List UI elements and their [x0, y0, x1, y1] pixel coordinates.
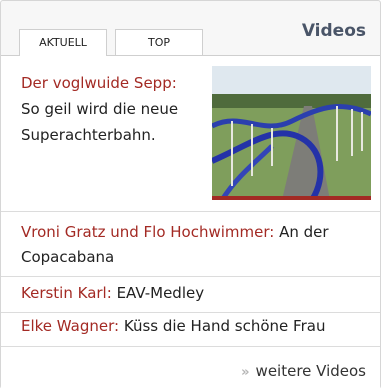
video-artist[interactable]: Vroni Gratz und Flo Hochwimmer:: [21, 223, 274, 241]
tab-panel: Der voglwuide Sepp: So geil wird die neu…: [1, 55, 380, 390]
featured-video-thumbnail[interactable]: [212, 66, 371, 200]
widget-title: Videos: [301, 21, 366, 41]
video-artist[interactable]: Kerstin Karl:: [21, 284, 112, 302]
more-videos-link[interactable]: » weitere Videos: [241, 362, 366, 380]
video-artist[interactable]: Elke Wagner:: [21, 317, 119, 335]
divider: [1, 211, 380, 212]
widget-header: AKTUELL TOP Videos: [1, 1, 380, 56]
video-title[interactable]: EAV-Medley: [117, 284, 205, 302]
featured-video-text[interactable]: Der voglwuide Sepp: So geil wird die neu…: [21, 70, 201, 148]
tab-top[interactable]: TOP: [115, 29, 203, 55]
list-item[interactable]: Vroni Gratz und Flo Hochwimmer: An der C…: [21, 220, 371, 270]
video-title[interactable]: Küss die Hand schöne Frau: [124, 317, 326, 335]
divider: [1, 346, 380, 347]
featured-video-name[interactable]: Der voglwuide Sepp:: [21, 74, 177, 92]
more-videos-label[interactable]: weitere Videos: [256, 362, 366, 380]
double-chevron-right-icon: »: [241, 365, 250, 380]
divider: [1, 312, 380, 313]
roller-coaster-thumbnail: [212, 66, 371, 200]
videos-widget: AKTUELL TOP Videos Der voglwuide Sepp: S…: [0, 0, 381, 390]
divider: [1, 276, 380, 277]
list-item[interactable]: Kerstin Karl: EAV-Medley: [21, 281, 371, 306]
tab-aktuell[interactable]: AKTUELL: [19, 29, 107, 56]
list-item[interactable]: Elke Wagner: Küss die Hand schöne Frau: [21, 314, 371, 339]
featured-video-description[interactable]: So geil wird die neue Superachterbahn.: [21, 100, 178, 144]
